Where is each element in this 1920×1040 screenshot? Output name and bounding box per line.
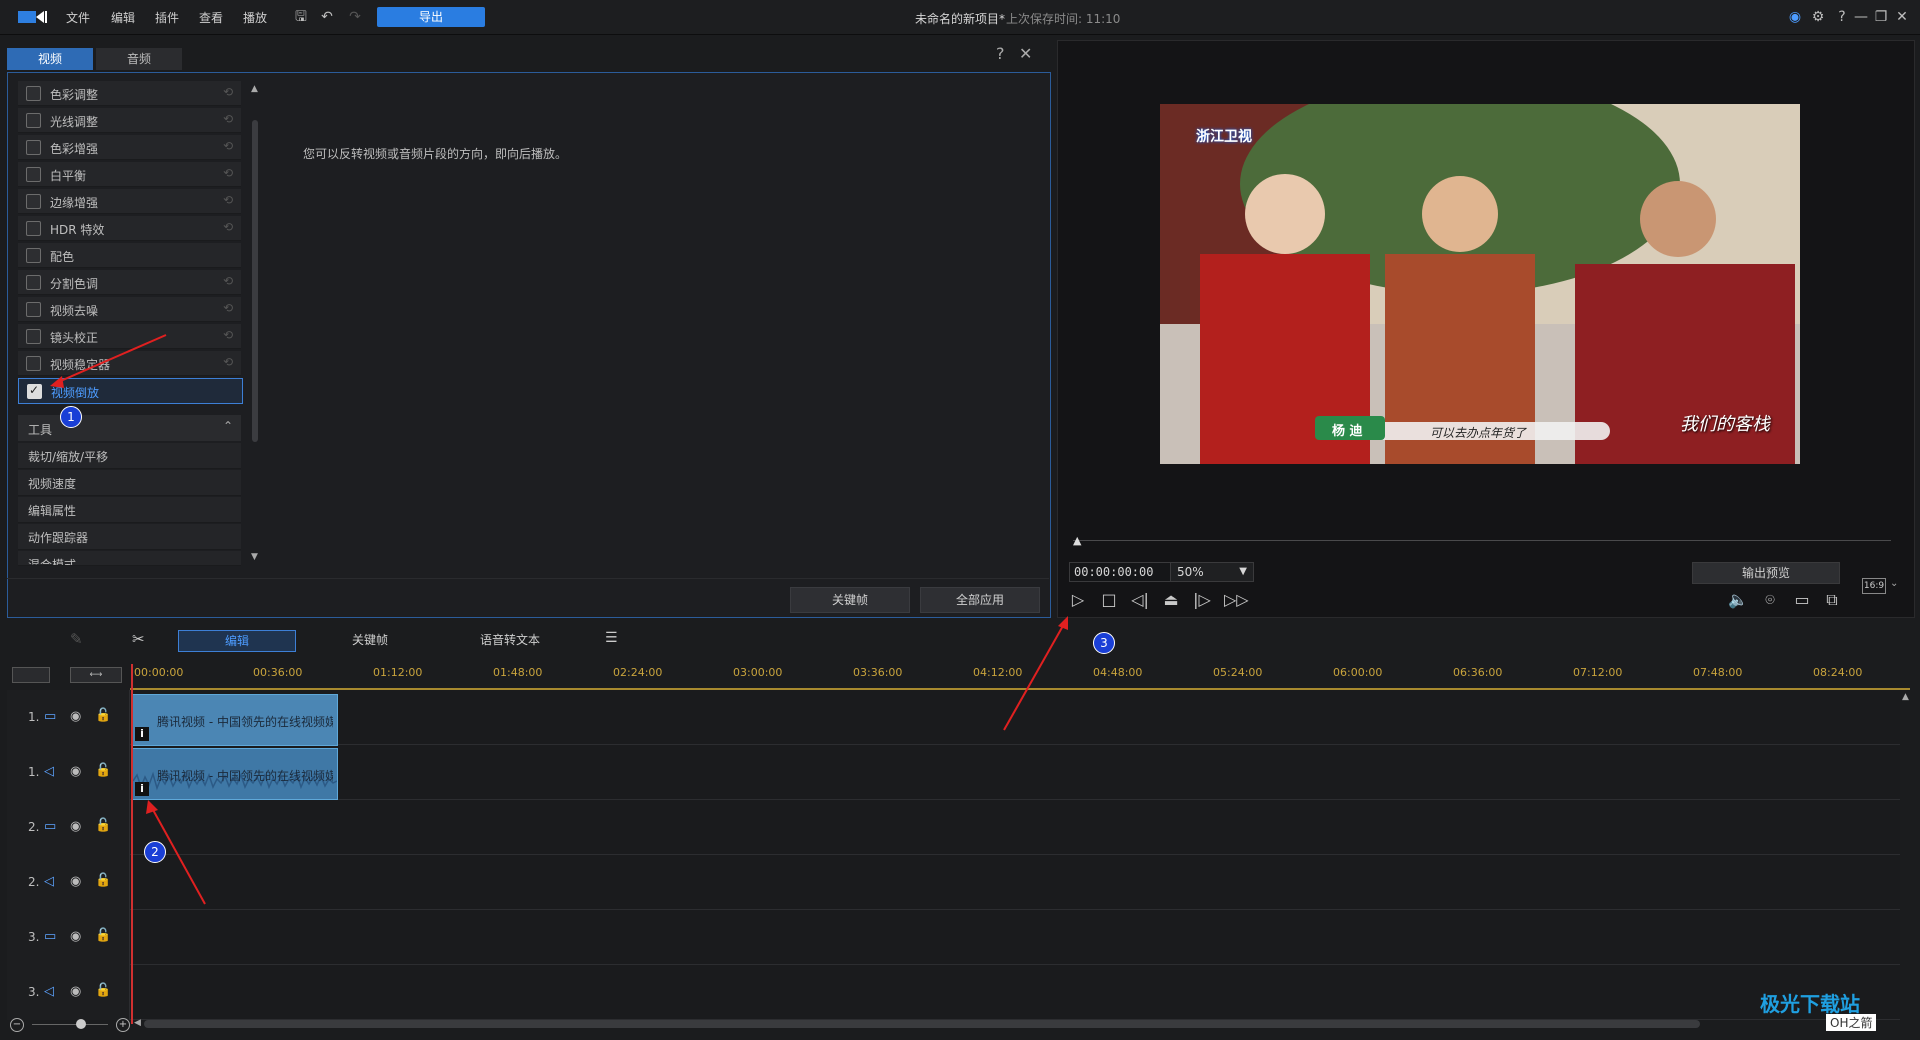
annotation-badge-2: 2 <box>144 841 166 863</box>
annotation-badge-1: 1 <box>60 406 82 428</box>
scroll-left-icon[interactable]: ◀ <box>134 1018 141 1028</box>
watermark-subtext: OH之箭 <box>1826 1014 1877 1031</box>
zoom-slider-handle[interactable] <box>76 1019 86 1029</box>
zoom-out-icon[interactable]: − <box>10 1018 24 1032</box>
scroll-up-icon[interactable]: ▲ <box>1902 692 1909 702</box>
annotation-badge-3: 3 <box>1093 632 1115 654</box>
annotation-arrows <box>50 334 1068 905</box>
timeline-horizontal-scrollbar[interactable] <box>144 1020 1700 1028</box>
zoom-in-icon[interactable]: + <box>116 1018 130 1032</box>
watermark-logo: 极光下载站 <box>1760 992 1860 1016</box>
zoom-slider[interactable] <box>32 1024 108 1025</box>
